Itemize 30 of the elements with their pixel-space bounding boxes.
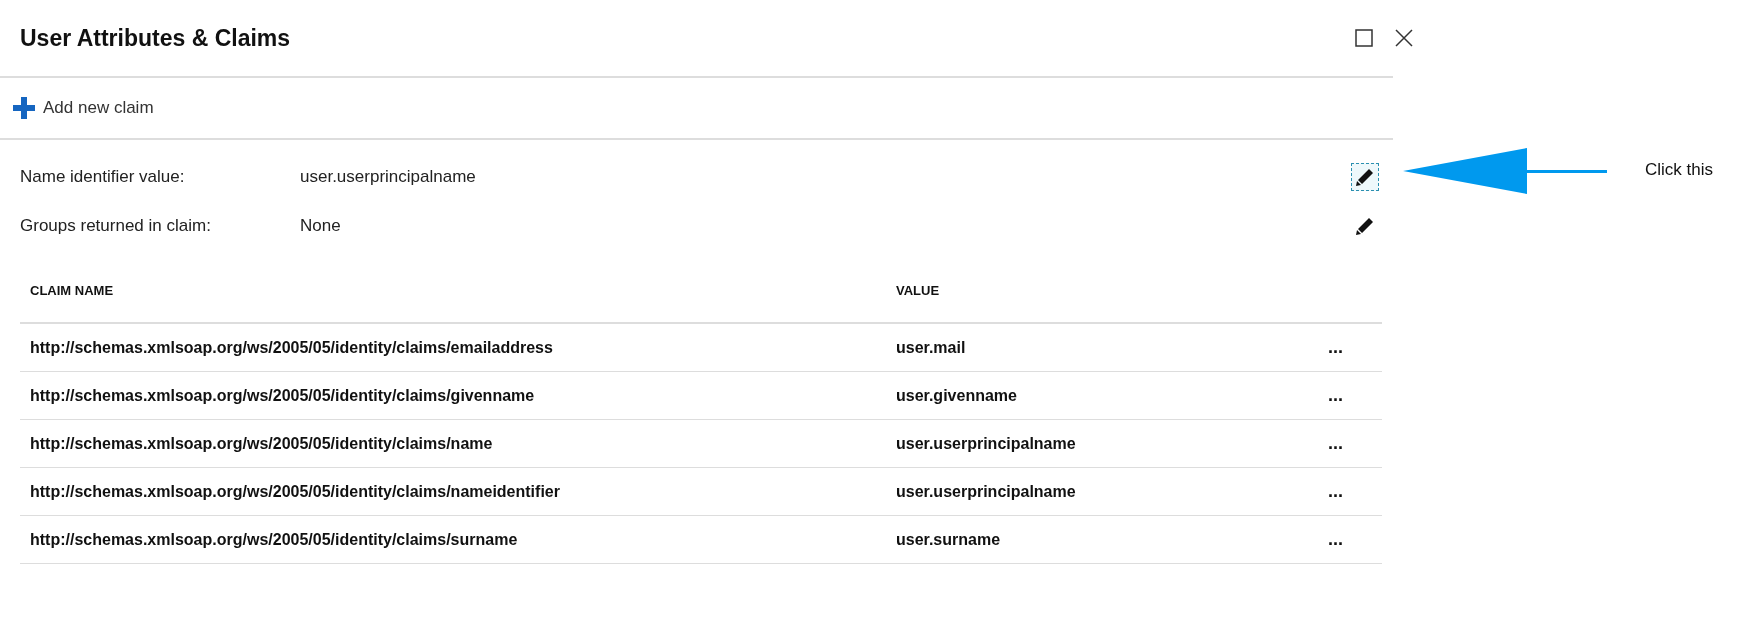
column-header: CLAIM NAME — [29, 282, 115, 298]
more-button[interactable]: ... — [1322, 384, 1349, 407]
claim-name-cell-text: http://schemas.xmlsoap.org/ws/2005/05/identity/claims/givenname — [29, 386, 536, 405]
add-claim-button[interactable]: Add new claim — [13, 97, 154, 119]
maximize-icon[interactable] — [1355, 29, 1373, 47]
claim-value-cell-text: user.mail — [895, 338, 967, 357]
plus-icon — [13, 97, 35, 119]
claim-name-cell-text: http://schemas.xmlsoap.org/ws/2005/05/identity/claims/emailaddress — [29, 338, 554, 357]
claim-name-cell-text: http://schemas.xmlsoap.org/ws/2005/05/identity/claims/name — [29, 434, 494, 453]
more-button[interactable]: ... — [1322, 480, 1349, 503]
edit-button[interactable] — [1351, 162, 1379, 191]
column-header: VALUE — [895, 282, 941, 298]
pencil-icon — [1355, 166, 1375, 187]
setting-value: None — [300, 215, 342, 236]
setting-value: user.userprincipalname — [300, 166, 477, 187]
more-button[interactable]: ... — [1322, 528, 1349, 551]
more-button[interactable]: ... — [1322, 432, 1349, 455]
claim-name-cell-text: http://schemas.xmlsoap.org/ws/2005/05/identity/claims/nameidentifier — [29, 482, 561, 501]
claim-value-cell-text: user.userprincipalname — [895, 434, 1077, 453]
claim-value-cell-text: user.surname — [895, 530, 1002, 549]
pencil-icon — [1355, 215, 1375, 236]
claim-value-cell-text: user.givenname — [895, 386, 1018, 405]
blade-title: User Attributes & Claims — [20, 24, 291, 52]
setting-label: Name identifier value: — [20, 166, 186, 187]
setting-label: Groups returned in claim: — [20, 215, 212, 236]
claim-name-cell-text: http://schemas.xmlsoap.org/ws/2005/05/identity/claims/surname — [29, 530, 519, 549]
claim-value-cell-text: user.userprincipalname — [895, 482, 1077, 501]
close-icon[interactable] — [1395, 29, 1413, 47]
more-button[interactable]: ... — [1322, 336, 1349, 359]
annotation-text: Click this — [1645, 160, 1713, 180]
